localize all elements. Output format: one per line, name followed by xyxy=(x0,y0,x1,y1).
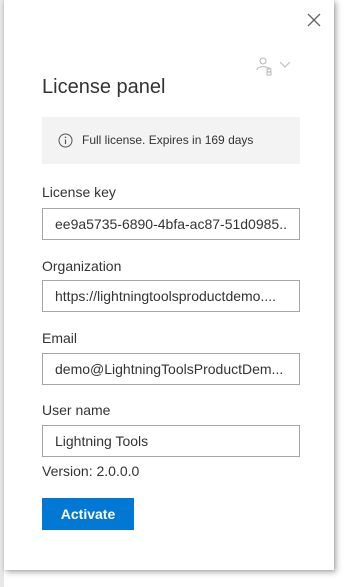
account-switch-icon xyxy=(256,57,272,76)
close-icon xyxy=(307,13,321,27)
version-text: Version: 2.0.0.0 xyxy=(42,463,140,479)
user-name-label: User name xyxy=(42,402,111,418)
close-button[interactable] xyxy=(302,8,326,32)
screenshot-frame: License panel Full license. Expires in 1… xyxy=(0,0,353,587)
account-switch-button[interactable] xyxy=(254,56,274,76)
license-status-text: Full license. Expires in 169 days xyxy=(82,133,254,147)
license-key-field[interactable] xyxy=(42,208,300,240)
user-name-field[interactable] xyxy=(42,425,300,457)
info-icon xyxy=(58,133,73,148)
license-panel: License panel Full license. Expires in 1… xyxy=(4,0,334,570)
organization-label: Organization xyxy=(42,258,122,274)
account-menu-toggle[interactable] xyxy=(278,58,292,72)
activate-button[interactable]: Activate xyxy=(42,498,134,530)
email-label: Email xyxy=(42,330,78,346)
license-key-label: License key xyxy=(42,184,116,200)
license-status-banner: Full license. Expires in 169 days xyxy=(42,117,300,164)
chevron-down-icon xyxy=(279,61,291,68)
organization-field[interactable] xyxy=(42,280,300,312)
email-field[interactable] xyxy=(42,353,300,385)
page-title: License panel xyxy=(42,76,166,98)
